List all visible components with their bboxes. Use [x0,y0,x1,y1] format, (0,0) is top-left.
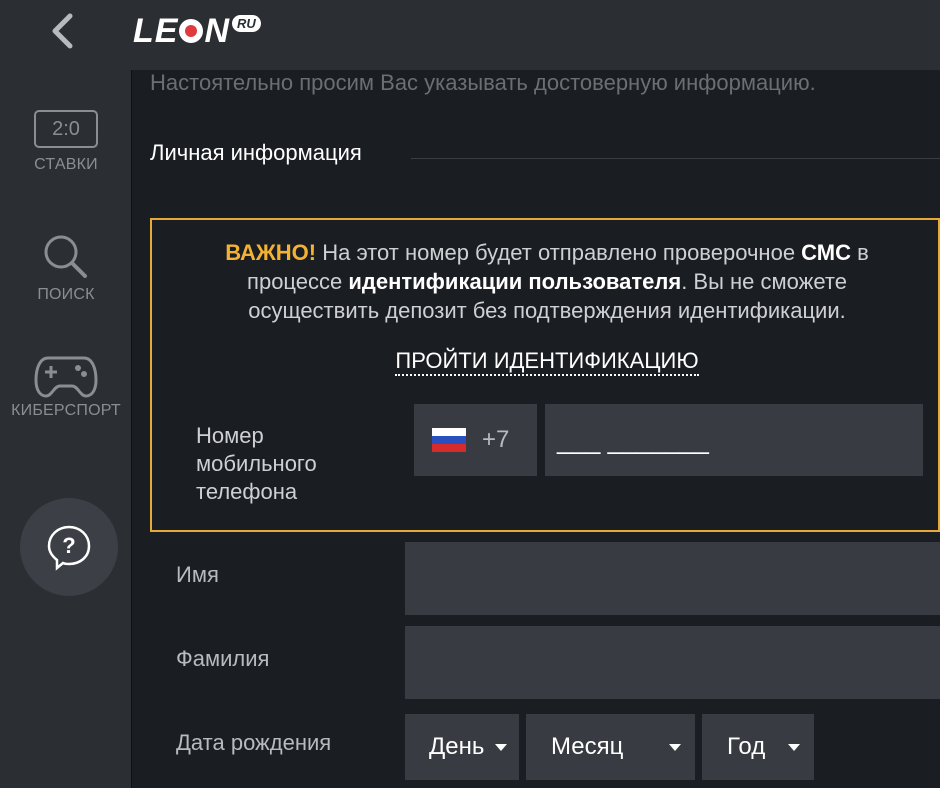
year-select[interactable]: Год [702,714,814,780]
sidebar-item-bets[interactable]: 2:0 СТАВКИ [0,110,132,174]
chevron-down-icon [495,744,507,751]
search-icon [44,235,87,278]
logo-text-end: N [204,11,231,50]
day-select[interactable]: День [405,714,519,780]
sidebar-item-esports[interactable]: КИБЕРСПОРТ [0,354,132,420]
help-button[interactable]: ? [20,498,118,596]
help-icon: ? [47,525,91,571]
verify-link-label: ПРОЙТИ ИДЕНТИФИКАЦИЮ [395,348,699,376]
sidebar: 2:0 СТАВКИ ПОИСК КИБЕРСПОРТ ? [0,70,132,788]
important-text: ВАЖНО! На этот номер будет отправлено пр… [182,238,912,325]
score-icon: 2:0 [34,110,98,148]
top-bar: LE N RU [0,0,940,70]
important-bold: СМС [801,240,851,265]
country-code: +7 [482,426,510,453]
divider [411,158,940,159]
first-name-label: Имя [176,562,219,587]
chevron-down-icon [669,744,681,751]
ball-icon [179,19,204,43]
important-box: ВАЖНО! На этот номер будет отправлено пр… [150,218,940,532]
sidebar-item-label: СТАВКИ [34,156,98,173]
sidebar-item-label: КИБЕРСПОРТ [11,402,121,419]
country-code-select[interactable]: +7 [414,404,537,476]
year-select-label: Год [727,733,766,760]
important-bold: идентификации пользователя [348,269,682,294]
last-name-label: Фамилия [176,646,270,671]
month-select[interactable]: Месяц [526,714,695,780]
verify-identity-link[interactable]: ПРОЙТИ ИДЕНТИФИКАЦИЮ [152,348,940,376]
gamepad-icon [34,356,98,398]
chevron-left-icon [52,13,73,49]
svg-text:?: ? [62,533,75,558]
important-text-part: На этот номер будет отправлено проверочн… [316,240,802,265]
phone-label: Номер мобильного телефона [196,423,317,504]
birth-date-label: Дата рождения [176,730,332,755]
chevron-down-icon [788,744,800,751]
first-name-input[interactable] [405,542,940,615]
sidebar-item-label: ПОИСК [37,286,95,303]
russia-flag-icon [432,428,466,452]
phone-input[interactable]: ___ _______ [545,404,923,476]
month-select-label: Месяц [551,733,624,760]
logo-badge: RU [232,14,261,32]
sidebar-item-search[interactable]: ПОИСК [0,232,132,304]
day-select-label: День [429,733,485,760]
section-title: Личная информация [150,140,362,165]
registration-form: Настоятельно просим Вас указывать достов… [133,70,940,788]
logo[interactable]: LE N RU [133,11,261,50]
notice-text: Настоятельно просим Вас указывать достов… [150,70,816,95]
logo-text: LE [133,11,179,50]
warning-label: ВАЖНО! [225,240,317,265]
back-button[interactable] [38,8,86,54]
last-name-input[interactable] [405,626,940,699]
